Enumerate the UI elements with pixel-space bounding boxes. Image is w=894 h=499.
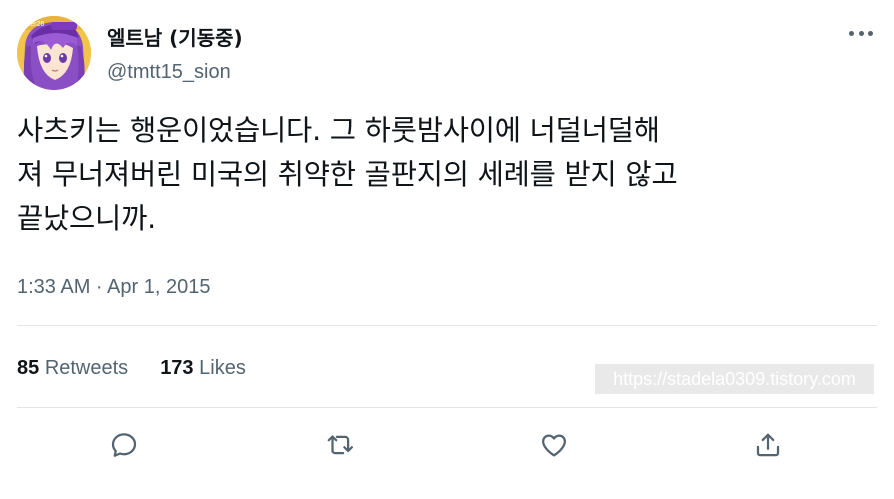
retweets-stat[interactable]: 85 Retweets (17, 355, 128, 381)
divider (17, 325, 877, 326)
retweet-button[interactable] (323, 428, 357, 462)
user-handle[interactable]: @tmtt15_sion (107, 59, 243, 85)
share-icon (756, 433, 780, 457)
avatar-badge-text: Tetter26 (19, 21, 44, 28)
more-options-button[interactable] (849, 26, 873, 40)
likes-count: 173 (160, 357, 194, 379)
tweet-timestamp[interactable]: 1:33 AM · Apr 1, 2015 (17, 274, 210, 300)
tweet-header: Tetter26 엘트남 (기동중) @tmtt15_sion (17, 16, 877, 92)
more-dot-icon (849, 30, 854, 36)
avatar[interactable]: Tetter26 (17, 16, 91, 90)
like-button[interactable] (537, 428, 571, 462)
tweet-card: Tetter26 엘트남 (기동중) @tmtt15_sion 사츠키는 행운이… (0, 0, 894, 499)
retweets-count: 85 (17, 357, 40, 379)
user-names: 엘트남 (기동중) @tmtt15_sion (107, 25, 243, 85)
retweet-icon (327, 435, 353, 455)
watermark: https://stadela0309.tistory.com (595, 364, 874, 394)
likes-label: Likes (199, 357, 246, 379)
tweet-actions (0, 420, 894, 470)
more-dot-icon (858, 30, 864, 36)
likes-stat[interactable]: 173 Likes (160, 355, 246, 381)
share-button[interactable] (751, 428, 785, 462)
reply-button[interactable] (107, 428, 141, 462)
more-dot-icon (868, 30, 873, 36)
divider (17, 407, 877, 408)
retweets-label: Retweets (44, 357, 129, 379)
reply-icon (111, 433, 137, 457)
tweet-text: 사츠키는 행운이었습니다. 그 하룻밤사이에 너덜너덜해 져 무너져버린 미국의… (17, 114, 678, 235)
display-name[interactable]: 엘트남 (기동중) (107, 25, 243, 51)
tweet-stats: 85 Retweets 173 Likes (17, 355, 278, 381)
avatar-image: Tetter26 (17, 16, 91, 90)
heart-icon (542, 434, 566, 457)
